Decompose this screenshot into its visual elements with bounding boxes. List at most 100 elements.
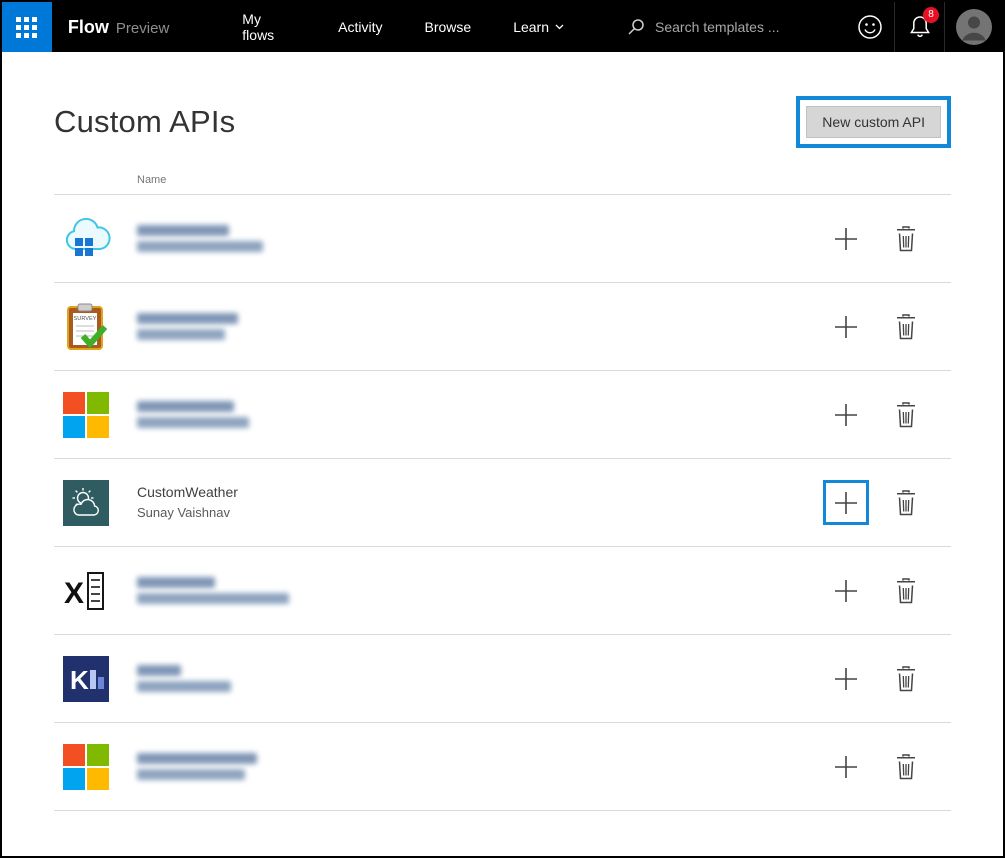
api-icon-cell [54,480,137,526]
api-name-cell: CustomWeather Sunay Vaishnav [137,482,823,524]
highlight-box-add-api [823,480,869,525]
top-navigation-bar: Flow Preview My flows Activity Browse Lea… [2,2,1003,52]
row-actions [823,480,951,525]
api-name: CustomWeather [137,482,823,504]
delete-api-button[interactable] [894,753,918,781]
redacted-api-owner [137,329,225,340]
redacted-api-name [137,225,229,236]
row-actions [823,216,951,261]
delete-api-button[interactable] [894,401,918,429]
add-api-button[interactable] [832,225,860,253]
table-row[interactable]: X [54,547,951,635]
api-name-cell [137,308,823,345]
table-row[interactable] [54,371,951,459]
nav-activity-label: Activity [338,19,382,35]
excel-icon: X [63,568,109,614]
microsoft-logo-icon [63,392,109,438]
redacted-api-owner [137,241,263,252]
microsoft-logo-icon [63,744,109,790]
weather-icon [63,480,109,526]
table-row[interactable] [54,723,951,811]
nav-my-flows[interactable]: My flows [221,2,317,52]
add-api-button[interactable] [832,753,860,781]
custom-api-table: SURVEY [54,194,951,811]
survey-clipboard-icon: SURVEY [63,303,109,351]
page-title: Custom APIs [54,104,235,140]
delete-api-button[interactable] [894,577,918,605]
new-custom-api-button[interactable]: New custom API [806,106,941,138]
topbar-actions: 8 [845,2,1003,52]
notifications-button[interactable]: 8 [895,2,944,52]
add-api-button[interactable] [832,665,860,693]
row-actions [823,656,951,701]
redacted-api-owner [137,681,231,692]
api-icon-cell [54,218,137,260]
api-icon-cell: SURVEY [54,303,137,351]
redacted-api-name [137,665,181,676]
column-header-name: Name [137,174,951,186]
avatar-icon [955,8,993,46]
brand: Flow Preview [68,17,169,38]
redacted-api-owner [137,593,289,604]
add-api-button[interactable] [832,313,860,341]
nav-browse[interactable]: Browse [404,2,493,52]
nav-my-flows-label: My flows [242,11,296,43]
api-icon-cell [54,392,137,438]
delete-api-button[interactable] [894,665,918,693]
api-owner: Sunay Vaishnav [137,503,823,523]
api-icon-cell [54,744,137,790]
main-content: Custom APIs New custom API Name [2,96,1003,811]
row-actions [823,744,951,789]
svg-text:X: X [64,577,84,610]
api-name-cell [137,660,823,697]
add-api-button[interactable] [832,489,860,517]
nav-learn[interactable]: Learn [492,2,585,52]
redacted-api-name [137,577,215,588]
nav-learn-label: Learn [513,19,549,35]
redacted-api-name [137,313,238,324]
delete-api-button[interactable] [894,225,918,253]
primary-nav: My flows Activity Browse Learn [221,2,585,52]
highlight-box-new-custom-api: New custom API [796,96,951,148]
redacted-api-owner [137,769,245,780]
feedback-button[interactable] [845,2,894,52]
table-row[interactable]: K [54,635,951,723]
add-api-button[interactable] [832,577,860,605]
row-actions [823,568,951,613]
chevron-down-icon [555,24,564,30]
api-name-cell [137,396,823,433]
api-name-cell [137,572,823,609]
row-actions [823,392,951,437]
brand-suffix: Preview [116,20,169,37]
smiley-icon [857,14,883,40]
brand-name: Flow [68,17,109,37]
kpi-icon: K [63,656,109,702]
app-window: Flow Preview My flows Activity Browse Lea… [0,0,1005,858]
add-api-button[interactable] [832,401,860,429]
table-row-customweather[interactable]: CustomWeather Sunay Vaishnav [54,459,951,547]
row-actions [823,304,951,349]
delete-api-button[interactable] [894,489,918,517]
svg-text:SURVEY: SURVEY [74,316,97,322]
table-row[interactable]: SURVEY [54,283,951,371]
nav-browse-label: Browse [425,19,472,35]
search-input[interactable] [655,19,845,35]
nav-activity[interactable]: Activity [317,2,403,52]
api-name-cell [137,220,823,257]
app-launcher-button[interactable] [2,2,52,52]
waffle-icon [16,17,37,38]
table-row[interactable] [54,195,951,283]
delete-api-button[interactable] [894,313,918,341]
search-icon [627,18,645,36]
page-header: Custom APIs New custom API [54,96,951,148]
api-name-cell [137,748,823,785]
template-search [627,18,845,36]
redacted-api-owner [137,417,249,428]
svg-text:K: K [70,665,89,695]
notification-count-badge: 8 [923,7,939,23]
cloud-windows-icon [63,218,113,260]
api-icon-cell: K [54,656,137,702]
account-button[interactable] [945,2,1003,52]
redacted-api-name [137,401,234,412]
api-icon-cell: X [54,568,137,614]
